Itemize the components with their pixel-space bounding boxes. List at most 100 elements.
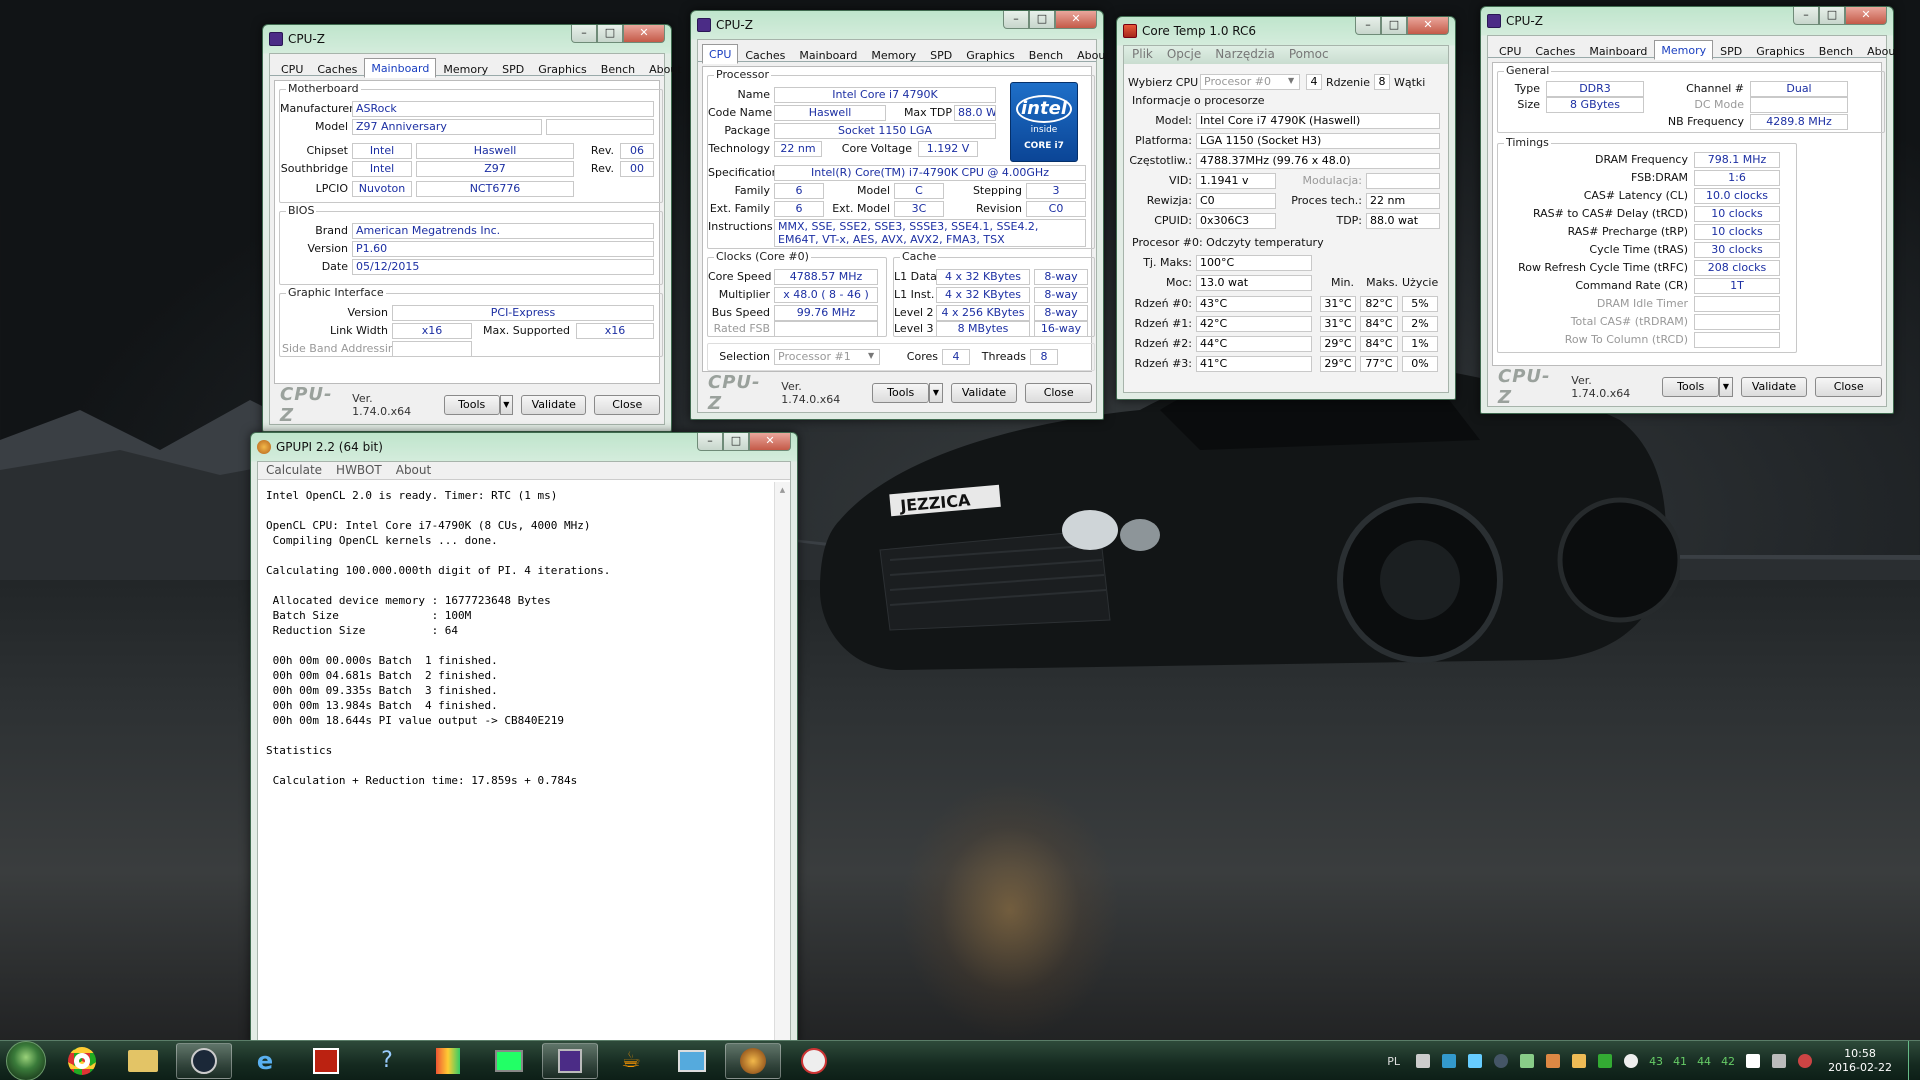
minimize-button[interactable]: – bbox=[571, 25, 597, 43]
close-button[interactable]: ✕ bbox=[623, 25, 665, 43]
gpupi-taskbar-icon[interactable] bbox=[725, 1042, 781, 1079]
menu-hwbot[interactable]: HWBOT bbox=[336, 463, 382, 478]
maximize-button[interactable]: □ bbox=[1381, 17, 1407, 35]
green-tray-icon[interactable] bbox=[1598, 1054, 1613, 1068]
notes-taskbar-icon[interactable] bbox=[420, 1043, 476, 1079]
core1-temp-tray[interactable]: 41 bbox=[1673, 1055, 1687, 1068]
cpuz-taskbar-icon[interactable] bbox=[542, 1042, 598, 1079]
tab-bench[interactable]: Bench bbox=[1812, 42, 1860, 60]
core0-temp-tray[interactable]: 43 bbox=[1649, 1055, 1663, 1068]
volume-muted-tray-icon[interactable] bbox=[1798, 1054, 1813, 1068]
maximize-button[interactable]: □ bbox=[723, 433, 749, 451]
ie-taskbar-icon[interactable]: e bbox=[237, 1043, 293, 1079]
tools-button[interactable]: Tools bbox=[872, 383, 930, 403]
cpuz-mainboard-window[interactable]: CPU-Z – □ ✕ CPU Caches Mainboard Memory … bbox=[262, 24, 682, 432]
coretemp-window[interactable]: Core Temp 1.0 RC6 – □ ✕ Plik Opcje Narzę… bbox=[1116, 16, 1456, 400]
help-taskbar-icon[interactable]: ? bbox=[359, 1043, 415, 1079]
tab-graphics[interactable]: Graphics bbox=[1749, 42, 1812, 60]
tab-spd[interactable]: SPD bbox=[495, 60, 531, 78]
keyboard-tray-icon[interactable] bbox=[1416, 1054, 1431, 1068]
java-taskbar-icon[interactable]: ☕ bbox=[603, 1043, 659, 1079]
tab-cpu[interactable]: CPU bbox=[702, 44, 739, 64]
tab-spd[interactable]: SPD bbox=[1713, 42, 1749, 60]
output-log[interactable]: Intel OpenCL 2.0 is ready. Timer: RTC (1… bbox=[266, 488, 770, 1042]
cpuz-memory-window[interactable]: CPU-Z – □ ✕ CPU Caches Mainboard Memory … bbox=[1480, 6, 1900, 414]
title-bar[interactable]: CPU-Z – □ ✕ bbox=[697, 11, 1097, 39]
tools-dropdown-icon[interactable]: ▼ bbox=[1719, 377, 1733, 397]
core3-temp-tray[interactable]: 42 bbox=[1721, 1055, 1735, 1068]
scroll-up-arrow-icon[interactable]: ▲ bbox=[775, 486, 790, 494]
maximize-button[interactable]: □ bbox=[1029, 11, 1055, 29]
explorer-taskbar-icon[interactable] bbox=[115, 1043, 171, 1079]
menu-about[interactable]: About bbox=[396, 463, 431, 478]
clock[interactable]: 10:58 2016-02-22 bbox=[1828, 1047, 1892, 1075]
menu-file[interactable]: Plik bbox=[1132, 47, 1153, 63]
steam-tray-icon[interactable] bbox=[1494, 1054, 1509, 1068]
maximize-button[interactable]: □ bbox=[597, 25, 623, 43]
tools-dropdown-icon[interactable]: ▼ bbox=[929, 383, 943, 403]
menu-options[interactable]: Opcje bbox=[1167, 47, 1201, 63]
flag-tray-icon[interactable] bbox=[1746, 1054, 1761, 1068]
coretemp-taskbar-icon[interactable] bbox=[786, 1043, 842, 1079]
title-bar[interactable]: CPU-Z – □ ✕ bbox=[1487, 7, 1887, 35]
clock-tray-icon[interactable] bbox=[1624, 1054, 1639, 1068]
tab-memory[interactable]: Memory bbox=[436, 60, 495, 78]
tab-memory[interactable]: Memory bbox=[864, 46, 923, 64]
cpuz-cpu-window[interactable]: CPU-Z – □ ✕ CPU Caches Mainboard Memory … bbox=[690, 10, 1110, 420]
tools-button[interactable]: Tools bbox=[443, 395, 500, 415]
network-taskbar-icon[interactable] bbox=[664, 1043, 720, 1079]
tab-cpu[interactable]: CPU bbox=[1492, 42, 1528, 60]
tools-button[interactable]: Tools bbox=[1662, 377, 1720, 397]
chrome-taskbar-icon[interactable] bbox=[54, 1043, 110, 1079]
language-indicator[interactable]: PL bbox=[1387, 1055, 1400, 1068]
monitor-taskbar-icon[interactable] bbox=[481, 1043, 537, 1079]
sync-tray-icon[interactable] bbox=[1468, 1054, 1483, 1068]
close-window-button[interactable]: Close bbox=[1025, 383, 1092, 403]
tab-caches[interactable]: Caches bbox=[738, 46, 792, 64]
title-bar[interactable]: CPU-Z – □ ✕ bbox=[269, 25, 665, 53]
close-button[interactable]: ✕ bbox=[749, 433, 791, 451]
core2-temp-tray[interactable]: 44 bbox=[1697, 1055, 1711, 1068]
validate-button[interactable]: Validate bbox=[1740, 377, 1808, 397]
folder-tray-icon[interactable] bbox=[1572, 1054, 1587, 1068]
minimize-button[interactable]: – bbox=[697, 433, 723, 451]
validate-button[interactable]: Validate bbox=[520, 395, 587, 415]
selection-chevron-down-icon[interactable]: ▼ bbox=[868, 351, 874, 360]
title-bar[interactable]: GPUPI 2.2 (64 bit) – □ ✕ bbox=[257, 433, 791, 461]
app-red-taskbar-icon[interactable] bbox=[298, 1043, 354, 1079]
minimize-button[interactable]: – bbox=[1355, 17, 1381, 35]
close-button[interactable]: ✕ bbox=[1055, 11, 1097, 29]
maximize-button[interactable]: □ bbox=[1819, 7, 1845, 25]
tab-spd[interactable]: SPD bbox=[923, 46, 959, 64]
gpupi-window[interactable]: GPUPI 2.2 (64 bit) – □ ✕ Calculate HWBOT… bbox=[250, 432, 798, 1044]
tab-cpu[interactable]: CPU bbox=[274, 60, 310, 78]
select-chevron-down-icon[interactable]: ▼ bbox=[1288, 76, 1294, 85]
menu-calculate[interactable]: Calculate bbox=[266, 463, 322, 478]
steam-taskbar-icon[interactable] bbox=[176, 1042, 232, 1079]
speaker-tray-icon[interactable] bbox=[1546, 1054, 1561, 1068]
tab-caches[interactable]: Caches bbox=[1528, 42, 1582, 60]
show-desktop-button[interactable] bbox=[1908, 1041, 1920, 1080]
tools-dropdown-icon[interactable]: ▼ bbox=[499, 395, 513, 415]
vertical-scrollbar[interactable]: ▲ bbox=[774, 482, 790, 1042]
wifi-tray-icon[interactable] bbox=[1520, 1054, 1535, 1068]
tab-mainboard[interactable]: Mainboard bbox=[1582, 42, 1654, 60]
signal-tray-icon[interactable] bbox=[1772, 1054, 1787, 1068]
tab-memory[interactable]: Memory bbox=[1654, 40, 1714, 60]
minimize-button[interactable]: – bbox=[1793, 7, 1819, 25]
title-bar[interactable]: Core Temp 1.0 RC6 – □ ✕ bbox=[1123, 17, 1449, 45]
tab-graphics[interactable]: Graphics bbox=[959, 46, 1022, 64]
usb-tray-icon[interactable] bbox=[1442, 1054, 1457, 1068]
selection-dropdown[interactable]: Processor #1 bbox=[774, 349, 880, 365]
tab-bench[interactable]: Bench bbox=[594, 60, 642, 78]
minimize-button[interactable]: – bbox=[1003, 11, 1029, 29]
tab-about[interactable]: About bbox=[1860, 42, 1907, 60]
tab-bench[interactable]: Bench bbox=[1022, 46, 1070, 64]
select-cpu-dropdown[interactable]: Procesor #0 bbox=[1200, 74, 1300, 90]
validate-button[interactable]: Validate bbox=[950, 383, 1018, 403]
start-button[interactable] bbox=[6, 1040, 46, 1080]
tab-mainboard[interactable]: Mainboard bbox=[792, 46, 864, 64]
close-window-button[interactable]: Close bbox=[1815, 377, 1882, 397]
close-button[interactable]: ✕ bbox=[1407, 17, 1449, 35]
menu-help[interactable]: Pomoc bbox=[1289, 47, 1329, 63]
